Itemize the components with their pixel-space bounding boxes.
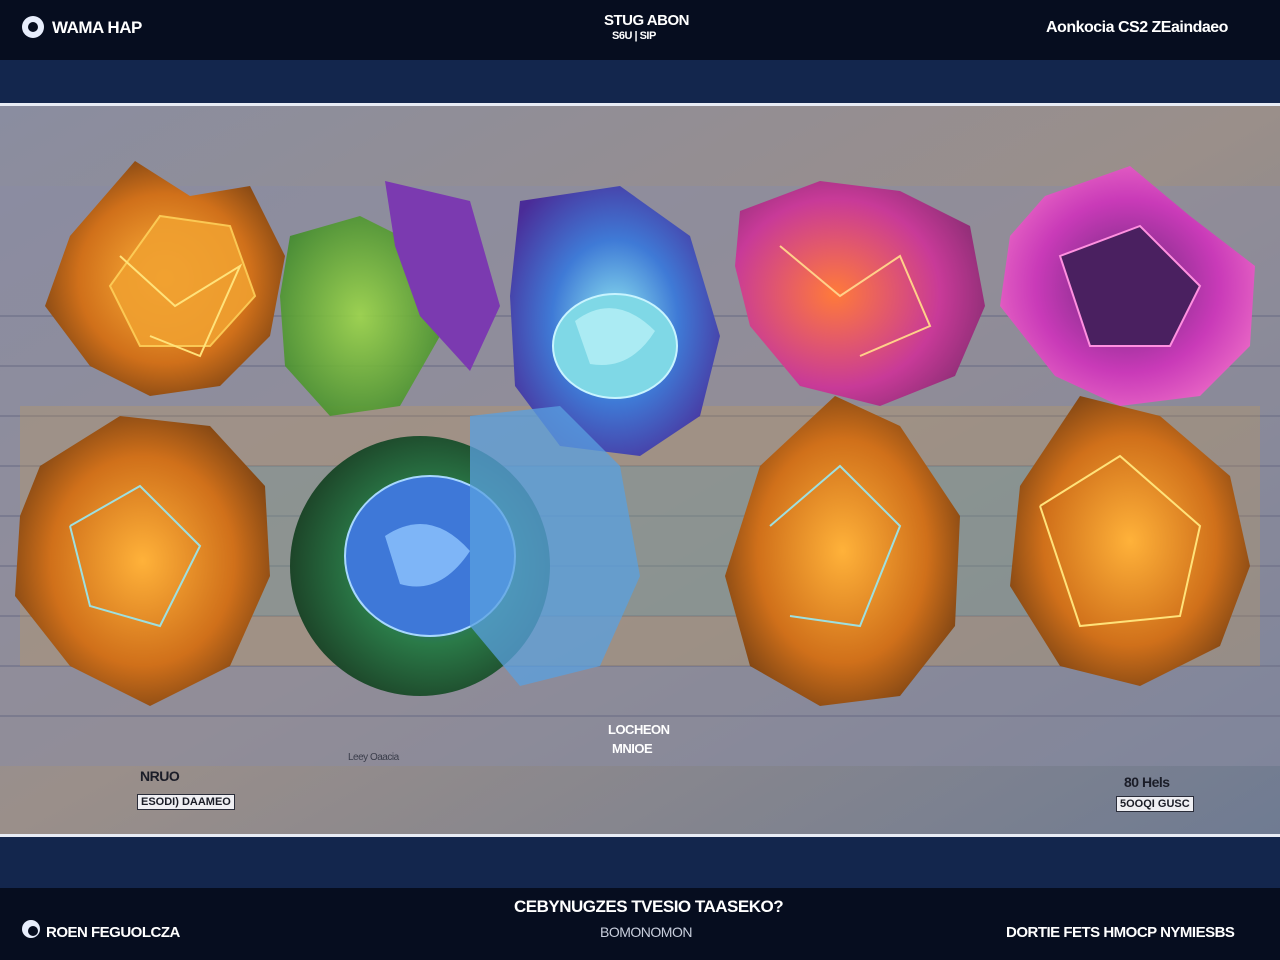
header-band — [0, 60, 1280, 103]
footer-right-text[interactable]: DORTIE FETS HMOCP NYMIESBS — [1006, 924, 1235, 941]
brand-logo-icon[interactable] — [22, 16, 44, 38]
brand-name[interactable]: WAMA HAP — [52, 18, 142, 38]
footer-band — [0, 837, 1280, 888]
footer-left-text[interactable]: ROEN FEGUOLCZA — [46, 924, 180, 941]
footer-bar: ROEN FEGUOLCZA CEBYNUGZES TVESIO TAASEKO… — [0, 888, 1280, 960]
footer-center-title: CEBYNUGZES TVESIO TAASEKO? — [514, 897, 784, 916]
header-center-title: STUG ABON — [604, 12, 689, 29]
stage-center-title: LOCHEON — [608, 722, 670, 737]
header-right-text[interactable]: Aonkocia CS2 ZEaindaeo — [1046, 19, 1228, 37]
stage-small-caption: Leey Oaacia — [348, 752, 399, 763]
right-label: 80 Hels — [1124, 774, 1170, 790]
top-bar: WAMA HAP STUG ABON S6U | SIP Aonkocia CS… — [0, 0, 1280, 60]
left-chip[interactable]: ESODI) DAAMEO — [137, 794, 235, 810]
artwork-stage: LOCHEON MNIOE Leey Oaacia NRUO ESODI) DA… — [0, 103, 1280, 837]
stage-center-subtitle: MNIOE — [612, 741, 653, 756]
left-label: NRUO — [140, 768, 180, 784]
header-center-subtitle: S6U | SIP — [612, 30, 656, 42]
footer-center-subtitle: BOMONOMON — [600, 924, 692, 940]
right-chip[interactable]: 5OOQI GUSC — [1116, 796, 1194, 812]
footer-logo-icon[interactable] — [22, 920, 40, 938]
